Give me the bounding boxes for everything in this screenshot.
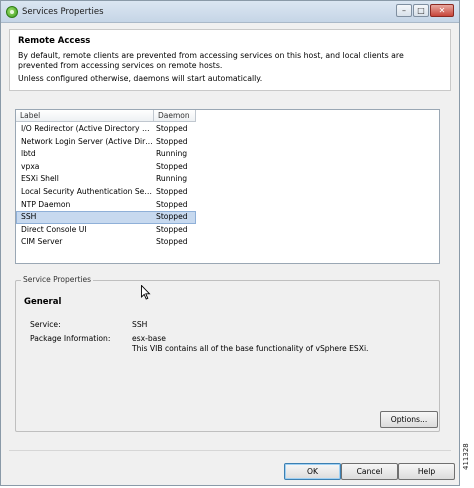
remote-access-title: Remote Access bbox=[18, 36, 91, 46]
general-section-title: General bbox=[24, 297, 62, 307]
table-row[interactable]: I/O Redirector (Active Directory Se... St… bbox=[16, 123, 196, 136]
service-daemon-cell: Running bbox=[156, 174, 188, 184]
service-daemon-cell: Stopped bbox=[156, 124, 188, 133]
service-daemon-cell: Stopped bbox=[156, 224, 188, 234]
cancel-button[interactable]: Cancel bbox=[341, 463, 398, 480]
remote-access-note: Unless configured otherwise, daemons wil… bbox=[18, 74, 263, 83]
service-daemon-cell: Stopped bbox=[156, 212, 188, 222]
service-properties-group: Service Properties General Service: SSH … bbox=[15, 275, 440, 432]
service-label-cell: ESXi Shell bbox=[21, 174, 59, 184]
package-description: This VIB contains all of the base functi… bbox=[132, 344, 369, 353]
service-label-cell: CIM Server bbox=[21, 237, 63, 247]
title-bar[interactable]: Services Properties – □ ✕ bbox=[1, 1, 459, 23]
table-row[interactable]: lbtd Running bbox=[16, 148, 196, 161]
services-list-header: Label Daemon bbox=[16, 110, 196, 122]
options-button[interactable]: Options... bbox=[380, 411, 438, 428]
service-label-cell: vpxa bbox=[21, 161, 40, 171]
figure-id: 411328 bbox=[462, 443, 470, 470]
service-daemon-cell: Stopped bbox=[156, 186, 188, 196]
service-value: SSH bbox=[132, 320, 148, 329]
table-row[interactable]: Network Login Server (Active Direc... Sto… bbox=[16, 136, 196, 149]
window-title: Services Properties bbox=[22, 7, 104, 17]
service-daemon-cell: Stopped bbox=[156, 136, 188, 146]
window-controls: – □ ✕ bbox=[396, 4, 454, 17]
table-row[interactable]: Local Security Authentication Serv... Sto… bbox=[16, 186, 196, 199]
mouse-cursor-icon bbox=[141, 285, 151, 300]
service-label-cell: I/O Redirector (Active Directory Se... bbox=[21, 124, 154, 133]
package-information-label: Package Information: bbox=[30, 334, 111, 343]
table-row[interactable]: CIM Server Stopped bbox=[16, 236, 196, 249]
table-row[interactable]: ESXi Shell Running bbox=[16, 173, 196, 186]
close-button[interactable]: ✕ bbox=[430, 4, 454, 17]
column-header-daemon[interactable]: Daemon bbox=[154, 110, 196, 121]
remote-access-panel: Remote Access By default, remote clients… bbox=[9, 29, 451, 91]
services-list[interactable]: Label Daemon I/O Redirector (Active Dire… bbox=[15, 109, 440, 264]
service-daemon-cell: Running bbox=[156, 149, 188, 159]
remote-access-description: By default, remote clients are prevented… bbox=[18, 51, 404, 70]
service-label-cell: lbtd bbox=[21, 149, 36, 159]
help-button[interactable]: Help bbox=[398, 463, 455, 480]
table-row[interactable]: SSH Stopped bbox=[16, 211, 196, 224]
footer-divider bbox=[9, 450, 451, 451]
table-row[interactable]: vpxa Stopped bbox=[16, 161, 196, 174]
services-rows: I/O Redirector (Active Directory Se... St… bbox=[16, 123, 196, 249]
table-row[interactable]: NTP Daemon Stopped bbox=[16, 199, 196, 212]
ok-button[interactable]: OK bbox=[284, 463, 341, 480]
service-label: Service: bbox=[30, 320, 61, 329]
service-daemon-cell: Stopped bbox=[156, 161, 188, 171]
service-label-cell: Direct Console UI bbox=[21, 224, 87, 234]
service-label-cell: NTP Daemon bbox=[21, 199, 71, 209]
service-label-cell: Network Login Server (Active Direc... bbox=[21, 136, 154, 146]
maximize-button[interactable]: □ bbox=[413, 4, 429, 17]
service-label-cell: SSH bbox=[21, 212, 37, 222]
table-row[interactable]: Direct Console UI Stopped bbox=[16, 224, 196, 237]
app-icon bbox=[6, 6, 18, 18]
service-daemon-cell: Stopped bbox=[156, 237, 188, 247]
service-label-cell: Local Security Authentication Serv... bbox=[21, 186, 154, 196]
minimize-button[interactable]: – bbox=[396, 4, 412, 17]
column-header-label[interactable]: Label bbox=[16, 110, 154, 121]
service-properties-legend: Service Properties bbox=[21, 275, 94, 284]
services-properties-dialog: Services Properties – □ ✕ Remote Access … bbox=[0, 0, 460, 486]
package-name: esx-base bbox=[132, 334, 166, 343]
service-daemon-cell: Stopped bbox=[156, 199, 188, 209]
